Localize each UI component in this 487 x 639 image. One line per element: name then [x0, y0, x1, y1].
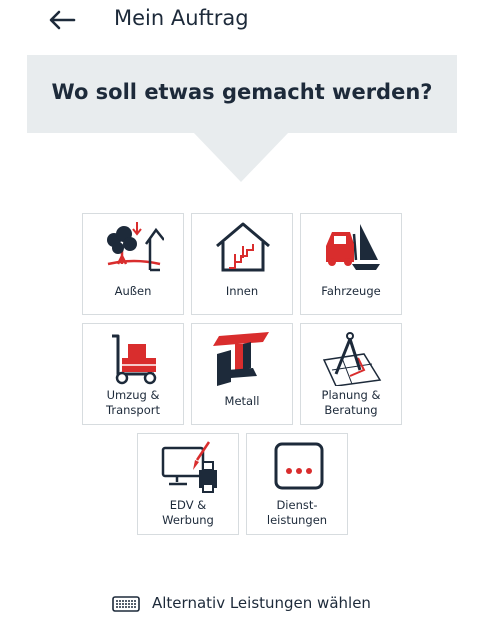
category-label: Außen	[114, 284, 152, 298]
category-label: EDV & Werbung	[162, 498, 214, 527]
category-label: Innen	[225, 284, 259, 298]
keyboard-icon	[112, 596, 140, 612]
category-tile-innen[interactable]: Innen	[191, 213, 293, 315]
category-tile-planung[interactable]: Planung & Beratung	[300, 323, 402, 425]
hand-truck-boxes-icon	[112, 334, 157, 385]
category-tile-metall[interactable]: Metall	[191, 323, 293, 425]
category-label: Umzug & Transport	[106, 388, 160, 417]
house-interior-stairs-icon	[216, 222, 270, 272]
alternative-services-label: Alternativ Leistungen wählen	[152, 594, 371, 612]
category-tile-fahrzeuge[interactable]: Fahrzeuge	[300, 213, 402, 315]
app-header: Mein Auftrag	[0, 0, 487, 44]
outdoor-tree-house-icon	[107, 222, 164, 272]
arrow-left-icon[interactable]	[44, 2, 78, 36]
compass-blueprint-icon	[322, 332, 382, 386]
banner-pointer	[193, 132, 289, 182]
category-label: Planung & Beratung	[321, 388, 381, 417]
monitor-printer-icon	[161, 441, 217, 493]
category-tile-edv[interactable]: EDV & Werbung	[137, 433, 239, 535]
category-tile-dienstleistungen[interactable]: Dienst- leistungen	[246, 433, 348, 535]
category-label: Dienst- leistungen	[266, 498, 328, 527]
category-tile-aussen[interactable]: Außen	[82, 213, 184, 315]
more-dots-icon	[274, 442, 324, 490]
steel-beam-icon	[213, 332, 269, 386]
page-title: Mein Auftrag	[114, 6, 249, 30]
car-boat-icon	[326, 224, 380, 270]
category-label: Metall	[224, 394, 260, 408]
question-heading: Wo soll etwas gemacht werden?	[51, 80, 433, 104]
category-tile-umzug[interactable]: Umzug & Transport	[82, 323, 184, 425]
category-label: Fahrzeuge	[321, 284, 381, 298]
